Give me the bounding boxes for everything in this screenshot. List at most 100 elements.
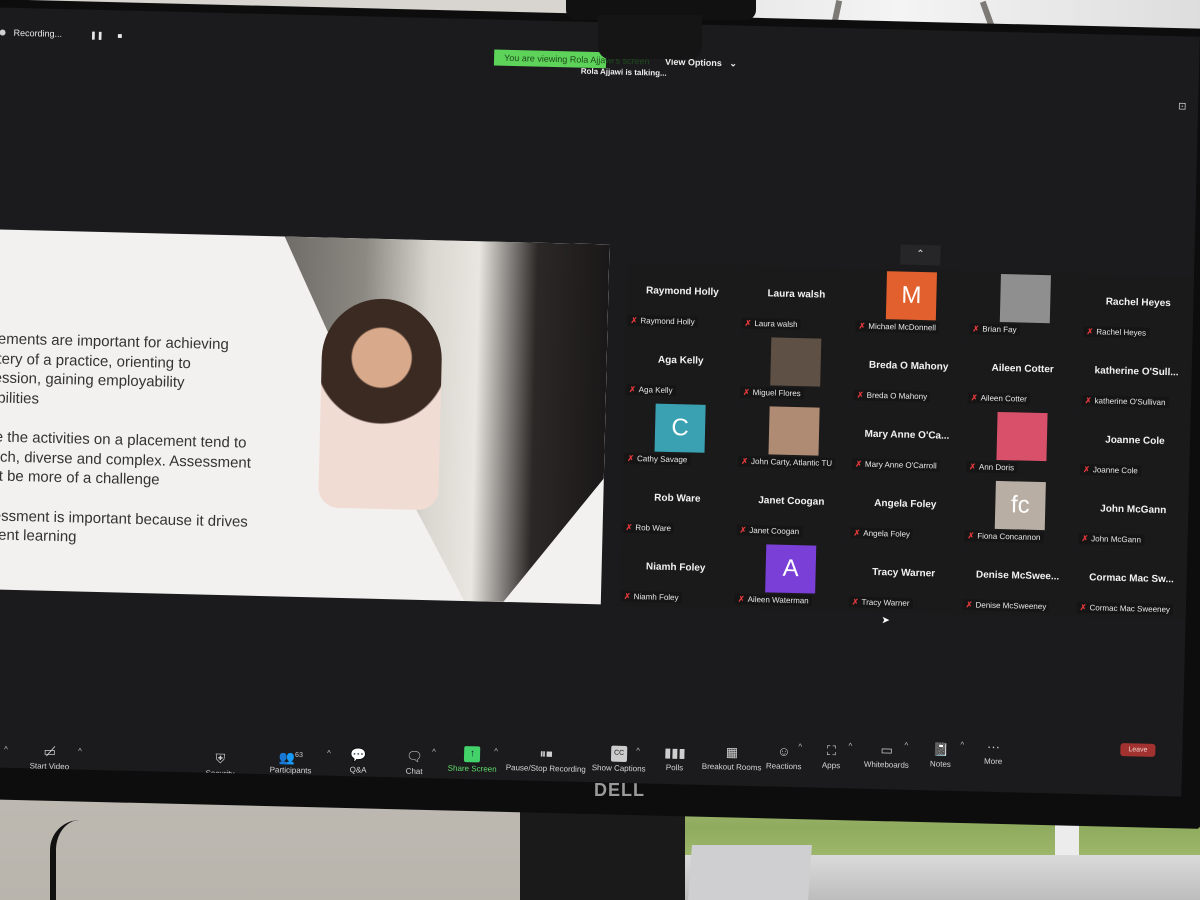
- participant-name-tag: ✗ Janet Coogan: [736, 524, 803, 538]
- participant-tile[interactable]: Angela Foley ✗ Angela Foley: [848, 475, 962, 546]
- participant-name: Fiona Concannon: [977, 531, 1041, 543]
- chat-button[interactable]: 🗨 Chat: [406, 749, 424, 776]
- mouse-cursor-icon: ➤: [881, 615, 890, 627]
- apps-caret[interactable]: ^: [848, 741, 852, 750]
- participant-name-tag: ✗ Angela Foley: [850, 527, 914, 540]
- participant-tile[interactable]: katherine O'Sull... ✗ katherine O'Sullivan: [1079, 342, 1194, 413]
- avatar-initial: C: [654, 403, 706, 453]
- participant-tile[interactable]: Mary Anne O'Ca... ✗ Mary Anne O'Carroll: [850, 406, 964, 477]
- participant-name-tag: ✗ Breda O Mahony: [853, 389, 931, 403]
- participant-tile[interactable]: Rachel Heyes ✗ Rachel Heyes: [1081, 273, 1195, 344]
- participant-name: Aga Kelly: [638, 385, 673, 396]
- participant-name: Brian Fay: [982, 324, 1017, 335]
- apps-button[interactable]: ⛶ Apps: [822, 743, 841, 770]
- pause-recording-icon[interactable]: ❚❚: [90, 30, 104, 39]
- slide-bullet: ssessment is important because it drives…: [0, 506, 249, 546]
- pause-stop-recording-button[interactable]: ⏸⏹ Pause/Stop Recording: [506, 745, 587, 774]
- stop-recording-icon[interactable]: ■: [117, 31, 122, 40]
- avatar-photo: [770, 337, 822, 387]
- captions-icon: CC: [610, 745, 628, 763]
- notes-button[interactable]: 📓 Notes: [929, 741, 952, 769]
- notes-caret[interactable]: ^: [960, 740, 964, 749]
- participant-display-name: Niamh Foley: [645, 561, 706, 574]
- participants-caret[interactable]: ^: [327, 749, 331, 758]
- participant-display-name: Janet Coogan: [758, 495, 825, 508]
- apps-label: Apps: [821, 760, 841, 771]
- video-options-caret[interactable]: ^: [78, 747, 82, 756]
- participant-display-name: Tracy Warner: [872, 566, 936, 580]
- participant-tile[interactable]: fc ✗ Fiona Concannon: [962, 478, 1076, 548]
- participant-name: Angela Foley: [863, 528, 911, 539]
- participant-name: John McGann: [1091, 534, 1142, 545]
- participant-name: Ann Doris: [978, 462, 1015, 473]
- polls-icon: ▮▮▮: [663, 744, 686, 761]
- participant-tile[interactable]: ✗ Brian Fay: [967, 271, 1081, 341]
- participant-name-tag: ✗ Fiona Concannon: [964, 530, 1044, 544]
- participant-name-tag: ✗ Aga Kelly: [625, 383, 676, 397]
- zoom-meeting-window: Recording... ❚❚ ■ You are viewing Rola A…: [0, 7, 1200, 797]
- participant-tile[interactable]: Janet Coogan ✗ Janet Coogan: [734, 472, 848, 543]
- participant-name: Raymond Holly: [640, 316, 695, 327]
- participant-display-name: Laura walsh: [767, 288, 826, 301]
- participant-tile[interactable]: Tracy Warner ✗ Tracy Warner: [846, 544, 961, 615]
- start-video-button[interactable]: ▭̸ Start Video: [30, 743, 70, 772]
- qa-button[interactable]: 💬 Q&A: [350, 747, 368, 774]
- muted-mic-icon: ✗: [970, 393, 978, 403]
- participant-tile[interactable]: Cormac Mac Sw... ✗ Cormac Mac Sweeney: [1074, 549, 1189, 620]
- muted-mic-icon: ✗: [630, 315, 638, 326]
- captions-caret[interactable]: ^: [636, 746, 640, 755]
- participant-tile[interactable]: Aga Kelly ✗ Aga Kelly: [623, 331, 738, 402]
- share-screen-button[interactable]: ↑ Share Screen: [448, 746, 498, 774]
- participant-tile[interactable]: M ✗ Michael McDonnell: [853, 268, 968, 339]
- side-panel-icon[interactable]: ⊡: [1178, 101, 1187, 112]
- participant-tile[interactable]: C ✗ Cathy Savage: [622, 400, 736, 471]
- participant-display-name: Angela Foley: [874, 497, 937, 511]
- muted-mic-icon: ✗: [858, 321, 866, 331]
- participant-name: Cormac Mac Sweeney: [1089, 603, 1171, 615]
- participant-name-tag: ✗ Rachel Heyes: [1083, 326, 1150, 339]
- participant-tile[interactable]: Breda O Mahony ✗ Breda O Mahony: [851, 337, 966, 408]
- participant-name-tag: ✗ Cathy Savage: [624, 452, 691, 466]
- whiteboards-label: Whiteboards: [863, 759, 909, 770]
- participant-count: 63: [295, 751, 303, 760]
- reactions-button[interactable]: ☺ Reactions: [766, 743, 802, 772]
- participant-tile[interactable]: Niamh Foley ✗ Niamh Foley: [618, 538, 733, 609]
- avatar-photo: [768, 406, 820, 456]
- participant-tile[interactable]: Denise McSwee... ✗ Denise McSweeney: [960, 547, 1075, 617]
- participant-tile[interactable]: Raymond Holly ✗ Raymond Holly: [625, 262, 740, 333]
- participant-tile[interactable]: ✗ Ann Doris: [964, 409, 1078, 479]
- more-button[interactable]: ··· More: [984, 739, 1003, 766]
- participant-display-name: Raymond Holly: [645, 285, 719, 299]
- participant-tile[interactable]: Aileen Cotter ✗ Aileen Cotter: [965, 340, 1080, 410]
- chevron-down-icon: ⌄: [724, 58, 738, 69]
- breakout-rooms-button[interactable]: ▦ Breakout Rooms: [702, 744, 762, 772]
- share-screen-label: Share Screen: [447, 763, 497, 774]
- reactions-caret[interactable]: ^: [798, 742, 802, 751]
- participant-tile[interactable]: John McGann ✗ John McGann: [1076, 480, 1190, 551]
- gallery-page-up-button[interactable]: ⌃: [900, 244, 941, 266]
- participant-tile[interactable]: Rob Ware ✗ Rob Ware: [620, 469, 735, 540]
- participant-name: Janet Coogan: [749, 525, 800, 537]
- leave-button[interactable]: Leave: [1120, 743, 1156, 757]
- participant-tile[interactable]: ✗ John Carty, Atlantic TU: [736, 403, 850, 474]
- participant-tile[interactable]: ✗ Miguel Flores: [737, 334, 852, 405]
- share-screen-caret[interactable]: ^: [494, 747, 498, 756]
- participant-name-tag: ✗ Cormac Mac Sweeney: [1076, 601, 1174, 616]
- audio-options-caret[interactable]: ^: [4, 745, 8, 754]
- whiteboards-button[interactable]: ▭ Whiteboards: [864, 742, 910, 770]
- breakout-rooms-icon: ▦: [725, 744, 739, 760]
- muted-mic-icon: ✗: [739, 525, 747, 535]
- participant-tile[interactable]: A ✗ Aileen Waterman: [732, 541, 847, 612]
- participant-tile[interactable]: Joanne Cole ✗ Joanne Cole: [1077, 411, 1192, 482]
- participant-display-name: Aileen Cotter: [991, 362, 1054, 376]
- polls-button[interactable]: ▮▮▮ Polls: [664, 745, 686, 773]
- notes-label: Notes: [929, 759, 951, 769]
- muted-mic-icon: ✗: [625, 522, 633, 533]
- participant-name: Denise McSweeney: [975, 600, 1047, 612]
- whiteboards-caret[interactable]: ^: [904, 741, 908, 750]
- participants-button[interactable]: 👥63 Participants: [270, 747, 312, 775]
- participant-name: Miguel Flores: [752, 387, 801, 399]
- participant-tile[interactable]: Laura walsh ✗ Laura walsh: [739, 265, 854, 336]
- breakout-rooms-label: Breakout Rooms: [701, 761, 762, 773]
- chat-caret[interactable]: ^: [432, 747, 436, 756]
